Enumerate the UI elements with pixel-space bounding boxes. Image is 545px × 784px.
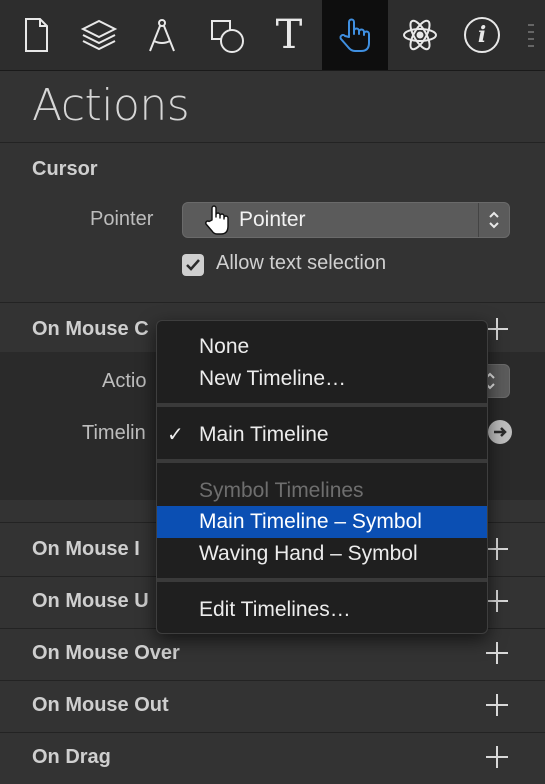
menu-item-edit-timelines[interactable]: Edit Timelines… [157, 594, 487, 626]
info-tab[interactable]: i [452, 0, 512, 70]
add-action-plus-icon[interactable] [486, 694, 508, 716]
on-mouse-up-title: On Mouse U [32, 590, 149, 612]
action-label: Actio [102, 370, 147, 392]
timeline-label: Timelin [82, 422, 146, 444]
layers-tab[interactable] [69, 0, 129, 70]
allow-text-selection-checkbox[interactable] [182, 254, 204, 276]
allow-text-selection-label: Allow text selection [216, 252, 387, 274]
atom-icon [403, 19, 437, 51]
inspector-toolbar: T i [0, 0, 545, 71]
pointer-select-stepper[interactable] [478, 203, 509, 237]
actions-tab[interactable] [322, 0, 388, 70]
menu-separator [157, 578, 487, 582]
on-mouse-click-title: On Mouse C [32, 318, 149, 340]
divider [0, 302, 545, 303]
hand-cursor-icon [205, 205, 229, 235]
add-action-plus-icon[interactable] [486, 642, 508, 664]
toolbar-grip-icon[interactable] [526, 22, 536, 50]
divider [0, 142, 545, 143]
menu-separator [157, 459, 487, 463]
shapes-tab[interactable] [196, 0, 256, 70]
checkmark-icon [186, 259, 200, 271]
symbols-tab[interactable] [390, 0, 450, 70]
add-action-plus-icon[interactable] [486, 538, 508, 560]
menu-item-new-timeline[interactable]: New Timeline… [157, 363, 487, 395]
menu-separator [157, 403, 487, 407]
divider [0, 732, 545, 733]
pointer-label: Pointer [90, 208, 154, 230]
menu-item-main-timeline-symbol[interactable]: Main Timeline – Symbol [157, 506, 487, 538]
document-icon [25, 18, 48, 52]
cursor-section-title: Cursor [32, 158, 98, 180]
text-tab[interactable]: T [259, 0, 319, 70]
shapes-icon [211, 20, 244, 53]
pointer-select-value: Pointer [239, 208, 306, 231]
on-mouse-out-title: On Mouse Out [32, 694, 169, 716]
on-mouse-down-title: On Mouse I [32, 538, 140, 560]
compass-icon [149, 19, 175, 52]
layers-icon [80, 19, 118, 51]
on-drag-title: On Drag [32, 746, 111, 768]
add-action-plus-icon[interactable] [486, 746, 508, 768]
pointer-select[interactable]: Pointer [182, 202, 510, 238]
pen-tab[interactable] [132, 0, 192, 70]
panel-title: Actions [32, 80, 190, 131]
info-icon: i [464, 17, 500, 53]
on-mouse-over-title: On Mouse Over [32, 642, 180, 664]
menu-item-waving-hand-symbol[interactable]: Waving Hand – Symbol [157, 538, 487, 570]
go-to-timeline-button[interactable] [488, 420, 512, 444]
menu-item-main-timeline[interactable]: ✓ Main Timeline [157, 419, 487, 451]
menu-header-symbol-timelines: Symbol Timelines [199, 479, 364, 502]
arrow-right-icon [494, 427, 507, 437]
divider [0, 680, 545, 681]
checkmark-icon: ✓ [167, 424, 184, 446]
chevron-up-down-icon [489, 211, 499, 229]
hand-pointer-icon [339, 18, 370, 52]
add-action-plus-icon[interactable] [486, 590, 508, 612]
text-icon: T [275, 12, 303, 58]
menu-item-none[interactable]: None [157, 331, 487, 363]
document-tab[interactable] [6, 0, 66, 70]
timeline-dropdown-menu: None New Timeline… ✓ Main Timeline Symbo… [156, 320, 488, 634]
add-action-plus-icon[interactable] [486, 318, 508, 340]
